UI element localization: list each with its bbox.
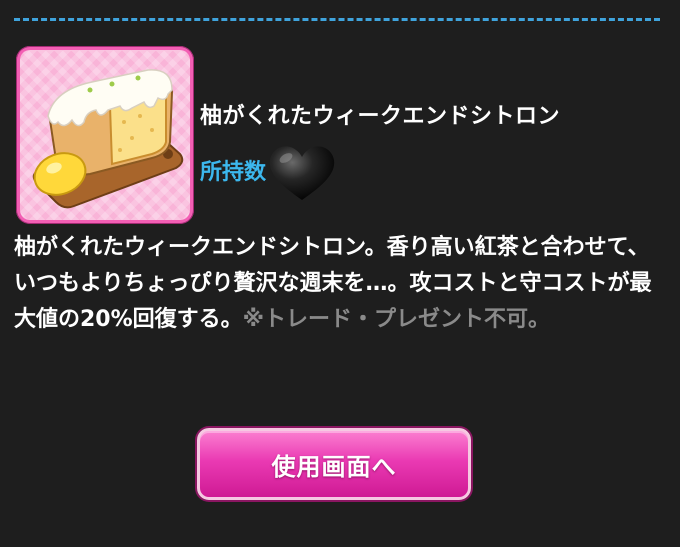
go-to-use-screen-button[interactable]: 使用画面へ bbox=[197, 428, 471, 500]
item-thumbnail bbox=[16, 46, 194, 224]
dashed-divider bbox=[14, 18, 660, 21]
item-detail-panel: 柚がくれたウィークエンドシトロン 所持数 柚がくれたウィークエンドシトロン。香り… bbox=[0, 0, 680, 547]
item-description: 柚がくれたウィークエンドシトロン。香り高い紅茶と合わせて、いつもよりちょっぴり贅… bbox=[14, 230, 666, 338]
owned-count-label: 所持数 bbox=[200, 160, 267, 185]
trade-restriction-note: ※トレード・プレゼント不可。 bbox=[242, 307, 551, 332]
item-name: 柚がくれたウィークエンドシトロン bbox=[200, 104, 561, 129]
heart-icon bbox=[269, 146, 335, 200]
go-to-use-screen-label: 使用画面へ bbox=[271, 452, 397, 481]
owned-count-row: 所持数 bbox=[200, 136, 340, 204]
lemon-pound-cake-icon bbox=[20, 50, 190, 220]
